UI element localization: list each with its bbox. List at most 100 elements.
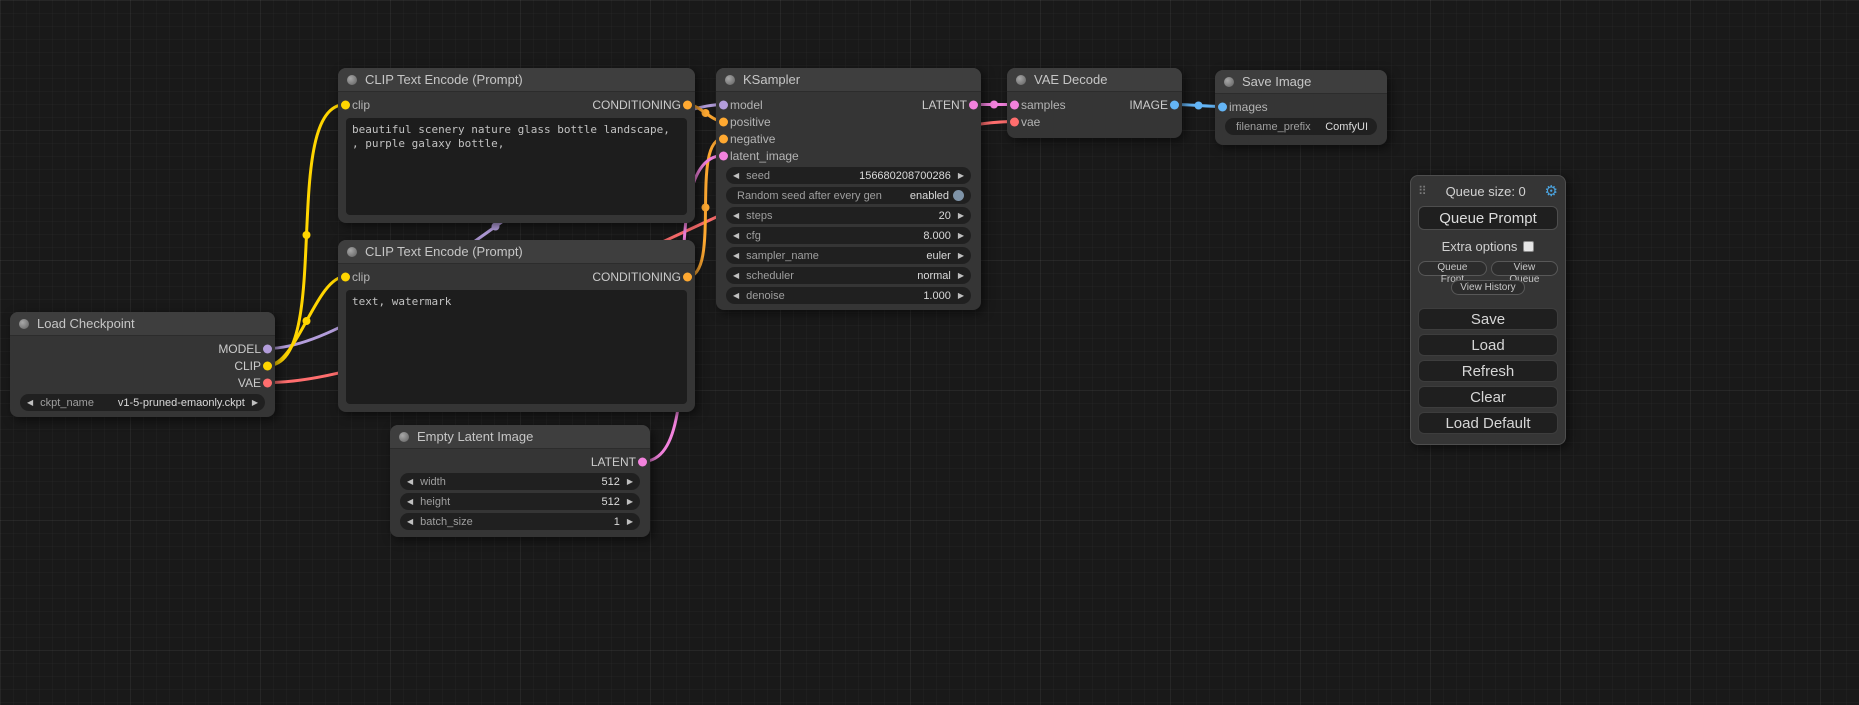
output-slot-model[interactable] — [263, 344, 272, 353]
view-queue-button[interactable]: View Queue — [1491, 261, 1558, 276]
node-load-checkpoint[interactable]: Load Checkpoint MODEL CLIP VAE ◀ ckpt_na… — [10, 312, 275, 417]
widget-seed[interactable]: ◀ seed 156680208700286 ▶ — [726, 167, 971, 184]
node-clip-text-encode-positive[interactable]: CLIP Text Encode (Prompt) clip CONDITION… — [338, 68, 695, 223]
decrement-arrow-icon[interactable]: ◀ — [733, 212, 739, 220]
collapse-dot-icon[interactable] — [19, 319, 29, 329]
node-empty-latent-image[interactable]: Empty Latent Image LATENT ◀ width 512 ▶ … — [390, 425, 650, 537]
output-slot-conditioning[interactable] — [683, 100, 692, 109]
increment-arrow-icon[interactable]: ▶ — [627, 498, 633, 506]
collapse-dot-icon[interactable] — [1016, 75, 1026, 85]
settings-gear-icon[interactable]: ⚙ — [1545, 182, 1558, 200]
node-title-bar[interactable]: KSampler — [716, 68, 981, 92]
node-vae-decode[interactable]: VAE Decode samples IMAGE vae — [1007, 68, 1182, 138]
input-slot-vae[interactable] — [1010, 117, 1019, 126]
increment-arrow-icon[interactable]: ▶ — [958, 172, 964, 180]
widget-scheduler[interactable]: ◀ scheduler normal ▶ — [726, 267, 971, 284]
drag-handle-icon[interactable]: ⠿ — [1418, 184, 1427, 198]
input-slot-samples[interactable] — [1010, 100, 1019, 109]
input-slot-label: negative — [730, 132, 775, 146]
prompt-textarea[interactable]: text, watermark — [346, 290, 687, 404]
node-title-bar[interactable]: Save Image — [1215, 70, 1387, 94]
widget-value: 512 — [601, 476, 619, 488]
widget-random-seed-toggle[interactable]: Random seed after every gen enabled — [726, 187, 971, 204]
load-default-button[interactable]: Load Default — [1418, 412, 1558, 434]
node-clip-text-encode-negative[interactable]: CLIP Text Encode (Prompt) clip CONDITION… — [338, 240, 695, 412]
collapse-dot-icon[interactable] — [399, 432, 409, 442]
node-ksampler[interactable]: KSampler model LATENT positive negative … — [716, 68, 981, 310]
input-slot-negative[interactable] — [719, 134, 728, 143]
output-slot-latent[interactable] — [638, 457, 647, 466]
output-slot-image[interactable] — [1170, 100, 1179, 109]
decrement-arrow-icon[interactable]: ◀ — [733, 252, 739, 260]
node-title-bar[interactable]: CLIP Text Encode (Prompt) — [338, 240, 695, 264]
decrement-arrow-icon[interactable]: ◀ — [733, 172, 739, 180]
view-history-button[interactable]: View History — [1451, 280, 1524, 295]
queue-front-button[interactable]: Queue Front — [1418, 261, 1487, 276]
output-slot-clip[interactable] — [263, 361, 272, 370]
increment-arrow-icon[interactable]: ▶ — [252, 399, 258, 407]
slot-row: LATENT — [390, 453, 650, 470]
collapse-dot-icon[interactable] — [347, 75, 357, 85]
node-title-bar[interactable]: Load Checkpoint — [10, 312, 275, 336]
widget-filename-prefix[interactable]: filename_prefix ComfyUI — [1225, 118, 1377, 135]
widget-label: seed — [746, 170, 770, 182]
widget-sampler-name[interactable]: ◀ sampler_name euler ▶ — [726, 247, 971, 264]
input-slot-latent-image[interactable] — [719, 151, 728, 160]
decrement-arrow-icon[interactable]: ◀ — [733, 232, 739, 240]
node-title-bar[interactable]: CLIP Text Encode (Prompt) — [338, 68, 695, 92]
decrement-arrow-icon[interactable]: ◀ — [27, 399, 33, 407]
input-slot-positive[interactable] — [719, 117, 728, 126]
increment-arrow-icon[interactable]: ▶ — [627, 478, 633, 486]
node-title: CLIP Text Encode (Prompt) — [365, 72, 523, 87]
widget-width[interactable]: ◀ width 512 ▶ — [400, 473, 640, 490]
widget-denoise[interactable]: ◀ denoise 1.000 ▶ — [726, 287, 971, 304]
widget-cfg[interactable]: ◀ cfg 8.000 ▶ — [726, 227, 971, 244]
output-slot-label: VAE — [238, 376, 261, 390]
collapse-dot-icon[interactable] — [725, 75, 735, 85]
load-button[interactable]: Load — [1418, 334, 1558, 356]
input-slot-label: images — [1229, 100, 1268, 114]
widget-ckpt-name[interactable]: ◀ ckpt_name v1-5-pruned-emaonly.ckpt ▶ — [20, 394, 265, 411]
node-title-bar[interactable]: Empty Latent Image — [390, 425, 650, 449]
save-button[interactable]: Save — [1418, 308, 1558, 330]
input-slot-clip[interactable] — [341, 272, 350, 281]
decrement-arrow-icon[interactable]: ◀ — [733, 292, 739, 300]
widget-height[interactable]: ◀ height 512 ▶ — [400, 493, 640, 510]
graph-canvas[interactable]: Load Checkpoint MODEL CLIP VAE ◀ ckpt_na… — [0, 0, 1859, 705]
increment-arrow-icon[interactable]: ▶ — [958, 212, 964, 220]
increment-arrow-icon[interactable]: ▶ — [627, 518, 633, 526]
node-title: KSampler — [743, 72, 800, 87]
decrement-arrow-icon[interactable]: ◀ — [733, 272, 739, 280]
output-slot-label: CLIP — [234, 359, 261, 373]
output-slot-conditioning[interactable] — [683, 272, 692, 281]
decrement-arrow-icon[interactable]: ◀ — [407, 498, 413, 506]
increment-arrow-icon[interactable]: ▶ — [958, 252, 964, 260]
toggle-knob-icon[interactable] — [953, 190, 964, 201]
output-slot-latent[interactable] — [969, 100, 978, 109]
increment-arrow-icon[interactable]: ▶ — [958, 232, 964, 240]
decrement-arrow-icon[interactable]: ◀ — [407, 518, 413, 526]
queue-prompt-button[interactable]: Queue Prompt — [1418, 206, 1558, 230]
widget-steps[interactable]: ◀ steps 20 ▶ — [726, 207, 971, 224]
extra-options-checkbox[interactable] — [1523, 241, 1534, 252]
increment-arrow-icon[interactable]: ▶ — [958, 292, 964, 300]
widget-label: height — [420, 496, 450, 508]
refresh-button[interactable]: Refresh — [1418, 360, 1558, 382]
input-slot-model[interactable] — [719, 100, 728, 109]
collapse-dot-icon[interactable] — [347, 247, 357, 257]
node-save-image[interactable]: Save Image images filename_prefix ComfyU… — [1215, 70, 1387, 145]
increment-arrow-icon[interactable]: ▶ — [958, 272, 964, 280]
input-slot-clip[interactable] — [341, 100, 350, 109]
prompt-textarea[interactable]: beautiful scenery nature glass bottle la… — [346, 118, 687, 215]
input-slot-images[interactable] — [1218, 102, 1227, 111]
widget-value: 8.000 — [923, 230, 951, 242]
widget-batch-size[interactable]: ◀ batch_size 1 ▶ — [400, 513, 640, 530]
link-midpoint-dot — [1195, 102, 1203, 110]
node-title-bar[interactable]: VAE Decode — [1007, 68, 1182, 92]
collapse-dot-icon[interactable] — [1224, 77, 1234, 87]
widget-label: Random seed after every gen — [737, 190, 882, 202]
widget-label: sampler_name — [746, 250, 819, 262]
clear-button[interactable]: Clear — [1418, 386, 1558, 408]
decrement-arrow-icon[interactable]: ◀ — [407, 478, 413, 486]
output-slot-vae[interactable] — [263, 378, 272, 387]
